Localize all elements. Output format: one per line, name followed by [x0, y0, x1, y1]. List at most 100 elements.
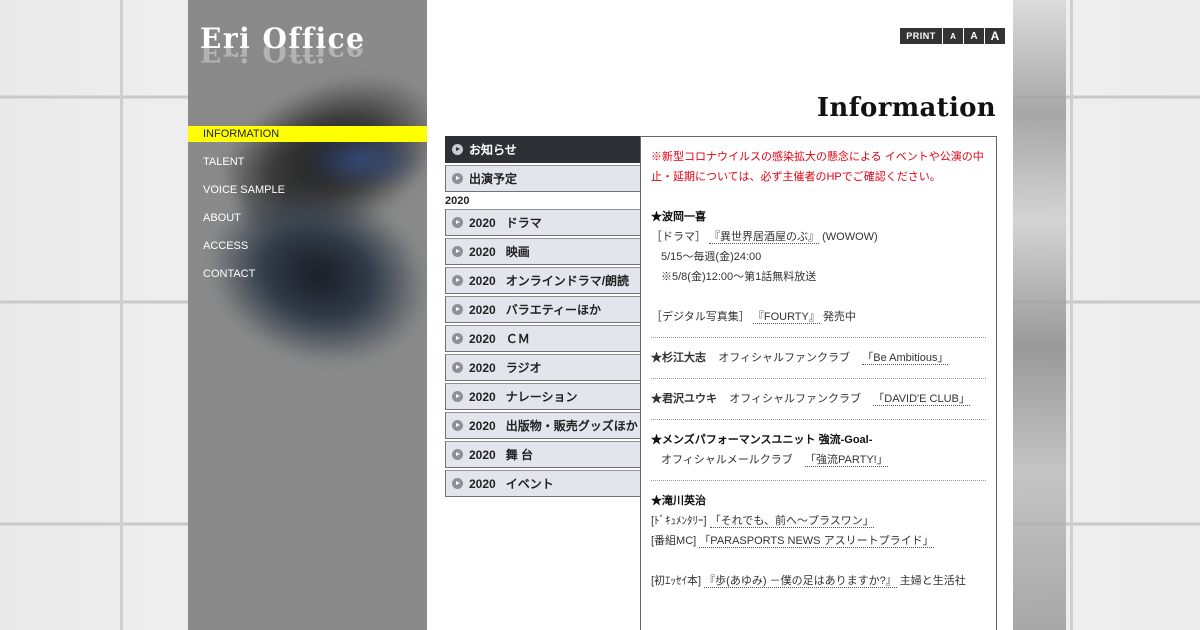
news-entry: ★杉江大志 オフィシャルファンクラブ 「Be Ambitious」 — [651, 348, 986, 379]
notice-text: ※新型コロナウイルスの感染拡大の懸念による イベントや公演の中止・延期については… — [651, 151, 984, 183]
menu-item-year: 2020 — [469, 331, 496, 346]
menu-item-label: ラジオ — [505, 361, 542, 375]
documentary-link[interactable]: 「それでも、前へ〜プラスワン」 — [709, 515, 874, 528]
photobook-link[interactable]: 『FOURTY』 — [752, 311, 820, 324]
program-link[interactable]: 「PARASPORTS NEWS アスリートプライド」 — [699, 535, 934, 548]
font-size-large-button[interactable]: A — [985, 28, 1005, 44]
schedule-note: ※5/8(金)12:00～第1話無料放送 — [661, 271, 817, 283]
arrow-circle-icon — [452, 478, 463, 489]
page-title: Information — [816, 93, 996, 123]
sidebar: Eri Office Eri Office INFORMATION TALENT… — [188, 0, 427, 630]
talent-name: ★波岡一喜 — [651, 211, 706, 223]
news-line: ［デジタル写真集］ 『FOURTY』 発売中 — [651, 307, 986, 327]
menu-item-schedule[interactable]: 出演予定 — [445, 165, 641, 192]
drama-link[interactable]: 『異世界居酒屋のぶ』 — [709, 231, 820, 244]
menu-item-event[interactable]: 2020 イベント — [445, 470, 641, 497]
arrow-circle-icon — [452, 246, 463, 257]
menu-item-label: お知らせ — [469, 143, 517, 157]
essay-link[interactable]: 『歩(あゆみ) －僕の足はありますか?』 — [704, 575, 897, 588]
menu-item-label: 舞 台 — [505, 448, 534, 462]
news-line: ［ドラマ］ 『異世界居酒屋のぶ』 (WOWOW) — [651, 227, 986, 247]
menu-item-news[interactable]: お知らせ — [445, 136, 641, 163]
news-entry: ★メンズパフォーマンスユニット 強流-Goal- オフィシャルメールクラブ 「強… — [651, 430, 986, 481]
talent-name: ★滝川英治 — [651, 495, 706, 507]
talent-name: ★杉江大志 — [651, 352, 706, 364]
news-line: [初ｴｯｾｲ本] 『歩(あゆみ) －僕の足はありますか?』 主婦と生活社 — [651, 571, 986, 591]
menu-item-year: 2020 — [469, 302, 496, 317]
mailclub-link[interactable]: 「強流PARTY!」 — [805, 454, 888, 467]
font-size-medium-button[interactable]: A — [964, 28, 984, 44]
nav-item-access[interactable]: ACCESS — [188, 238, 427, 266]
news-entry: ★君沢ユウキ オフィシャルファンクラブ 「DAVID'E CLUB」 — [651, 389, 986, 420]
menu-item-year: 2020 — [469, 447, 496, 462]
talent-name: ★君沢ユウキ — [651, 393, 717, 405]
site-logo-reflection: Eri Office — [200, 46, 366, 68]
network-text: (WOWOW) — [822, 231, 878, 243]
news-entry: ★波岡一喜 ［ドラマ］ 『異世界居酒屋のぶ』 (WOWOW) 5/15～毎週(金… — [651, 207, 986, 338]
menu-item-label: ナレーション — [505, 390, 578, 404]
arrow-circle-icon — [452, 333, 463, 344]
news-line: [ﾄﾞｷｭﾒﾝﾀﾘｰ] 「それでも、前へ〜プラスワン」 — [651, 511, 986, 531]
arrow-circle-icon — [452, 391, 463, 402]
nav-item-contact[interactable]: CONTACT — [188, 266, 427, 294]
menu-item-movie[interactable]: 2020 映画 — [445, 238, 641, 265]
arrow-circle-icon — [452, 275, 463, 286]
menu-item-label: 映画 — [505, 245, 530, 259]
nav-item-talent[interactable]: TALENT — [188, 154, 427, 182]
menu-item-year: 2020 — [469, 389, 496, 404]
arrow-circle-icon — [452, 304, 463, 315]
arrow-circle-icon — [452, 144, 463, 155]
menu-item-year: 2020 — [469, 273, 496, 288]
menu-item-label: ドラマ — [505, 216, 542, 230]
menu-item-online-drama[interactable]: 2020 オンラインドラマ/朗読 — [445, 267, 641, 294]
arrow-circle-icon — [452, 449, 463, 460]
menu-item-year: 2020 — [469, 418, 496, 433]
main-nav: INFORMATION TALENT VOICE SAMPLE ABOUT AC… — [188, 126, 427, 294]
menu-item-cm[interactable]: 2020 ＣＭ — [445, 325, 641, 352]
news-line: オフィシャルメールクラブ 「強流PARTY!」 — [651, 450, 986, 470]
arrow-circle-icon — [452, 420, 463, 431]
news-entry: ★滝川英治 [ﾄﾞｷｭﾒﾝﾀﾘｰ] 「それでも、前へ〜プラスワン」 [番組MC]… — [651, 491, 986, 601]
nav-item-about[interactable]: ABOUT — [188, 210, 427, 238]
menu-item-label: 出演予定 — [469, 172, 518, 186]
news-line: ★杉江大志 オフィシャルファンクラブ 「Be Ambitious」 — [651, 348, 986, 368]
menu-item-publications[interactable]: 2020 出版物・販売グッズほか — [445, 412, 641, 439]
page-tools: PRINT A A A — [900, 28, 1005, 44]
news-content: ※新型コロナウイルスの感染拡大の懸念による イベントや公演の中止・延期については… — [640, 136, 997, 630]
nav-item-information[interactable]: INFORMATION — [188, 126, 427, 142]
category-label: ［ドラマ］ — [651, 231, 706, 243]
category-label: [ﾄﾞｷｭﾒﾝﾀﾘｰ] — [651, 515, 707, 527]
fanclub-label: オフィシャルファンクラブ — [729, 393, 862, 405]
category-label: [初ｴｯｾｲ本] — [651, 575, 702, 587]
menu-item-label: オンラインドラマ/朗読 — [505, 274, 630, 288]
news-line: ★君沢ユウキ オフィシャルファンクラブ 「DAVID'E CLUB」 — [651, 389, 986, 409]
background-photo-strip — [1013, 0, 1066, 630]
category-label: ［デジタル写真集］ — [651, 311, 750, 323]
menu-item-stage[interactable]: 2020 舞 台 — [445, 441, 641, 468]
main-content: PRINT A A A Information お知らせ 出演予定 2020 2… — [427, 0, 1013, 630]
menu-item-label: 出版物・販売グッズほか — [505, 419, 638, 433]
talent-name: ★メンズパフォーマンスユニット 強流-Goal- — [651, 434, 873, 446]
menu-item-radio[interactable]: 2020 ラジオ — [445, 354, 641, 381]
menu-item-variety[interactable]: 2020 バラエティーほか — [445, 296, 641, 323]
information-menu: お知らせ 出演予定 2020 2020 ドラマ 2020 映画 2020 オンラ… — [445, 136, 641, 499]
menu-item-year: 2020 — [469, 476, 496, 491]
print-button[interactable]: PRINT — [900, 28, 942, 44]
release-status: 発売中 — [822, 311, 856, 323]
nav-item-voice-sample[interactable]: VOICE SAMPLE — [188, 182, 427, 210]
fanclub-label: オフィシャルファンクラブ — [718, 352, 851, 364]
arrow-circle-icon — [452, 217, 463, 228]
schedule-text: 5/15～毎週(金)24:00 — [661, 251, 762, 263]
menu-item-label: ＣＭ — [505, 332, 530, 346]
arrow-circle-icon — [452, 362, 463, 373]
fanclub-link[interactable]: 「Be Ambitious」 — [862, 352, 949, 365]
publisher-text: 主婦と生活社 — [899, 575, 966, 587]
menu-item-drama[interactable]: 2020 ドラマ — [445, 209, 641, 236]
category-label: [番組MC] — [651, 535, 697, 547]
fanclub-link[interactable]: 「DAVID'E CLUB」 — [873, 393, 970, 406]
font-size-small-button[interactable]: A — [943, 28, 963, 44]
news-line: [番組MC] 「PARASPORTS NEWS アスリートプライド」 — [651, 531, 986, 551]
mailclub-label: オフィシャルメールクラブ — [661, 454, 793, 466]
menu-item-narration[interactable]: 2020 ナレーション — [445, 383, 641, 410]
menu-item-year: 2020 — [469, 215, 496, 230]
